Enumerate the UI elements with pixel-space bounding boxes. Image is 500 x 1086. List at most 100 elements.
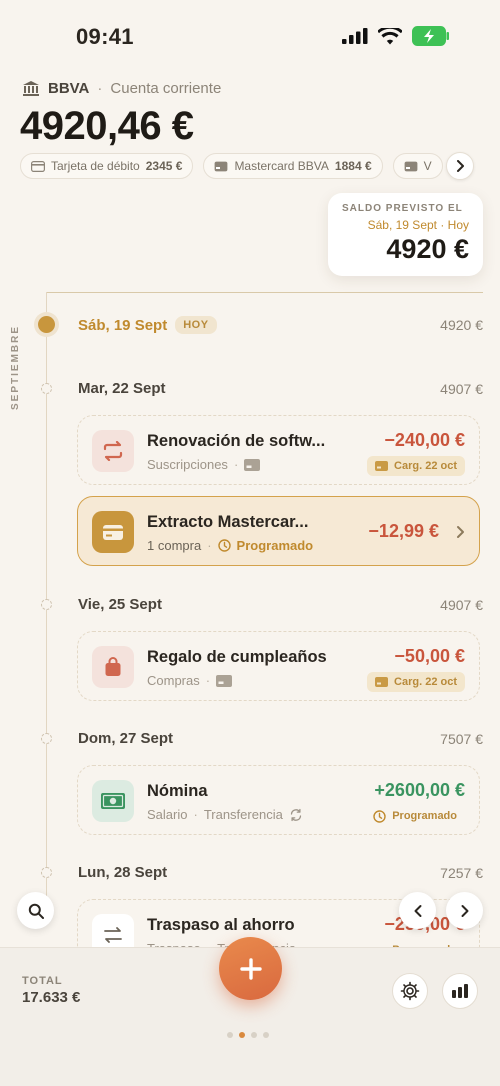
card-icon [216, 674, 233, 687]
page-dot [263, 1032, 269, 1038]
transaction-category: Suscripciones [147, 457, 228, 472]
transaction-title: Nómina [147, 782, 208, 800]
search-button[interactable] [17, 892, 54, 929]
card-chip-debit[interactable]: Tarjeta de débito 2345 € [20, 153, 194, 179]
transaction-amount: +2600,00 € [374, 780, 465, 800]
chevron-right-icon [457, 160, 464, 172]
bar-chart-icon [452, 984, 468, 998]
day-balance: 4920 € [440, 317, 483, 333]
add-button[interactable] [219, 937, 282, 1000]
account-type: Cuenta corriente [110, 80, 222, 97]
total-value: 17.633 € [22, 989, 81, 1006]
settings-button[interactable] [392, 973, 428, 1009]
charge-date: Carg. 22 oct [394, 676, 457, 688]
transaction-subtitle: Salario · Transferencia [147, 807, 303, 822]
cards-row: Tarjeta de débito 2345 € Mastercard BBVA… [20, 153, 480, 179]
repeat-icon [92, 430, 134, 472]
total-label: TOTAL [22, 975, 63, 987]
card-chip-amount: 1884 € [334, 159, 372, 173]
search-icon [28, 903, 44, 919]
day-title: Lun, 28 Sept [78, 864, 168, 881]
clock-icon [373, 809, 386, 823]
charge-date-tag: Carg. 22 oct [367, 672, 465, 692]
card-icon [31, 160, 45, 172]
signal-icon [342, 28, 368, 44]
timeline-marker-line [46, 292, 483, 293]
status-time: 09:41 [76, 24, 134, 49]
day-title: Sáb, 19 Sept [78, 316, 168, 334]
card-icon [375, 677, 389, 687]
money-icon [92, 780, 134, 822]
card-chip-mastercard[interactable]: Mastercard BBVA 1884 € [203, 153, 383, 179]
transaction-method: Transferencia [203, 807, 283, 822]
card-chip-label: Mastercard BBVA [234, 159, 329, 173]
bank-name: BBVA [48, 80, 90, 97]
account-balance: 4920,46 € [20, 104, 194, 148]
day-title: Mar, 22 Sept [78, 380, 166, 397]
card-icon [244, 458, 261, 471]
month-label: SEPTIEMBRE [10, 324, 21, 410]
page-dot [251, 1032, 257, 1038]
clock-icon [217, 539, 231, 552]
battery-icon [412, 26, 449, 46]
today-badge: HOY [175, 316, 217, 334]
transaction-salary[interactable]: Nómina Salario · Transferencia +2600,00 … [77, 765, 480, 835]
day-balance: 4907 € [440, 597, 483, 613]
card-chip-label: Tarjeta de débito [51, 159, 140, 173]
page-dot [227, 1032, 233, 1038]
chevron-right-icon [461, 904, 468, 917]
transaction-gift[interactable]: Regalo de cumpleaños Compras · −50,00 € … [77, 631, 480, 701]
transaction-category: 1 compra [147, 538, 202, 553]
timeline-dot [41, 383, 52, 394]
transaction-status: Programado [392, 810, 457, 822]
forecast-value: 4920 € [386, 234, 469, 264]
transaction-title: Renovación de softw... [147, 432, 326, 450]
recurring-icon [290, 808, 301, 821]
next-button[interactable] [446, 892, 483, 929]
forecast-card: SALDO PREVISTO EL Sáb, 19 Sept · Hoy 492… [328, 193, 483, 276]
day-balance: 7507 € [440, 731, 483, 747]
separator: · [97, 80, 103, 97]
day-title: Vie, 25 Sept [78, 596, 162, 613]
transaction-subtitle: 1 compra · Programado [147, 538, 314, 553]
card-chip-other[interactable]: V [392, 153, 443, 179]
transaction-amount: −12,99 € [368, 521, 439, 541]
forecast-label: SALDO PREVISTO EL [342, 203, 463, 214]
status-icons [342, 26, 450, 46]
card-icon [375, 461, 389, 471]
transaction-software[interactable]: Renovación de softw... Suscripciones · −… [77, 415, 480, 485]
card-icon [215, 161, 228, 171]
cards-scroll-button[interactable] [446, 152, 474, 180]
card-chip-label: V [423, 159, 432, 173]
transaction-title: Extracto Mastercar... [147, 513, 309, 531]
forecast-date: Sáb, 19 Sept · Hoy [367, 218, 469, 232]
charge-date: Carg. 22 oct [394, 460, 457, 472]
page-indicator [227, 1032, 269, 1038]
wifi-icon [378, 27, 402, 44]
card-chip-amount: 2345 € [145, 159, 183, 173]
charge-date-tag: Carg. 22 oct [367, 456, 465, 476]
day-balance: 7257 € [440, 865, 483, 881]
day-title: Dom, 27 Sept [78, 730, 174, 747]
chevron-left-icon [414, 904, 421, 917]
status-tag: Programado [365, 806, 465, 826]
transaction-category: Compras [147, 673, 200, 688]
chevron-right-icon [456, 525, 465, 544]
transaction-subtitle: Compras · [147, 673, 233, 688]
day-header-today: Sáb, 19 Sept HOY [78, 316, 217, 334]
day-balance: 4907 € [440, 381, 483, 397]
card-icon [92, 511, 134, 553]
stats-button[interactable] [442, 973, 478, 1009]
timeline-dot [41, 599, 52, 610]
previous-button[interactable] [399, 892, 436, 929]
page-dot-active [239, 1032, 245, 1038]
transaction-mastercard-statement[interactable]: Extracto Mastercar... 1 compra · Program… [77, 496, 480, 566]
timeline-dot [41, 733, 52, 744]
bank-icon [23, 81, 39, 96]
account-header[interactable]: BBVA · Cuenta corriente [22, 80, 221, 97]
bag-icon [92, 646, 134, 688]
timeline-dot [41, 867, 52, 878]
transaction-amount: −50,00 € [394, 646, 465, 666]
gear-icon [400, 981, 420, 1001]
transaction-title: Regalo de cumpleaños [147, 648, 327, 666]
